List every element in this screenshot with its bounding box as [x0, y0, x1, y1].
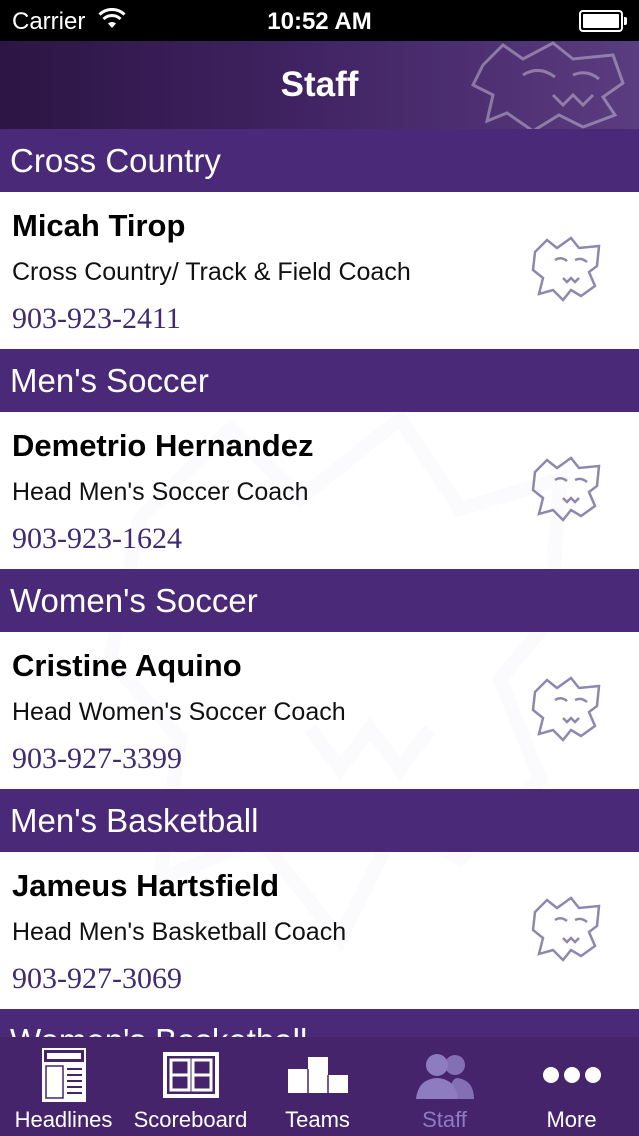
section-header-mens-soccer: Men's Soccer [0, 349, 639, 412]
tab-label: Teams [285, 1107, 350, 1132]
staff-list[interactable]: Cross Country Micah Tirop Cross Country/… [0, 129, 639, 1037]
staff-role: Head Men's Basketball Coach [12, 918, 347, 946]
more-dots-icon [542, 1067, 601, 1083]
status-bar: Carrier 10:52 AM [0, 0, 639, 41]
wildcat-logo-icon [531, 236, 601, 302]
wildcat-logo-icon [531, 896, 601, 962]
staff-phone-link[interactable]: 903-927-3399 [12, 742, 182, 776]
staff-row[interactable]: Micah Tirop Cross Country/ Track & Field… [0, 192, 639, 349]
staff-name: Jameus Hartsfield [12, 868, 280, 903]
staff-row[interactable]: Cristine Aquino Head Women's Soccer Coac… [0, 632, 639, 789]
staff-phone-link[interactable]: 903-923-2411 [12, 302, 181, 336]
scoreboard-icon [162, 1052, 219, 1098]
section-header-cross-country: Cross Country [0, 129, 639, 192]
staff-role: Head Men's Soccer Coach [12, 478, 309, 506]
tab-more[interactable]: More [508, 1037, 635, 1136]
page-title: Staff [280, 65, 359, 104]
staff-row[interactable]: Demetrio Hernandez Head Men's Soccer Coa… [0, 412, 639, 569]
tab-scoreboard[interactable]: Scoreboard [127, 1037, 254, 1136]
wildcat-logo-icon [531, 456, 601, 522]
tab-teams[interactable]: Teams [254, 1037, 381, 1136]
staff-name: Micah Tirop [12, 208, 186, 243]
staff-name: Cristine Aquino [12, 648, 242, 683]
staff-phone-link[interactable]: 903-927-3069 [12, 962, 182, 996]
tab-headlines[interactable]: Headlines [0, 1037, 127, 1136]
people-icon [415, 1054, 474, 1099]
staff-row[interactable]: Jameus Hartsfield Head Men's Basketball … [0, 852, 639, 1009]
clock: 10:52 AM [267, 8, 372, 35]
staff-role: Cross Country/ Track & Field Coach [12, 258, 411, 286]
navigation-bar: Staff [0, 41, 639, 129]
tab-staff[interactable]: Staff [381, 1037, 508, 1136]
tab-bar: Headlines Scoreboard Teams Staff More [0, 1037, 639, 1136]
tab-label: Headlines [14, 1107, 113, 1132]
tab-label: Staff [422, 1107, 467, 1132]
section-header-womens-soccer: Women's Soccer [0, 569, 639, 632]
podium-icon [287, 1057, 348, 1093]
tab-label: More [546, 1107, 597, 1132]
section-header-womens-basketball: Women's Basketball [0, 1009, 639, 1037]
tab-label: Scoreboard [133, 1107, 248, 1132]
staff-phone-link[interactable]: 903-923-1624 [12, 522, 182, 556]
staff-name: Demetrio Hernandez [12, 428, 314, 463]
staff-role: Head Women's Soccer Coach [12, 698, 346, 726]
battery-icon [579, 10, 627, 32]
newspaper-icon [41, 1048, 86, 1102]
wildcat-logo-icon [531, 676, 601, 742]
section-header-mens-basketball: Men's Basketball [0, 789, 639, 852]
